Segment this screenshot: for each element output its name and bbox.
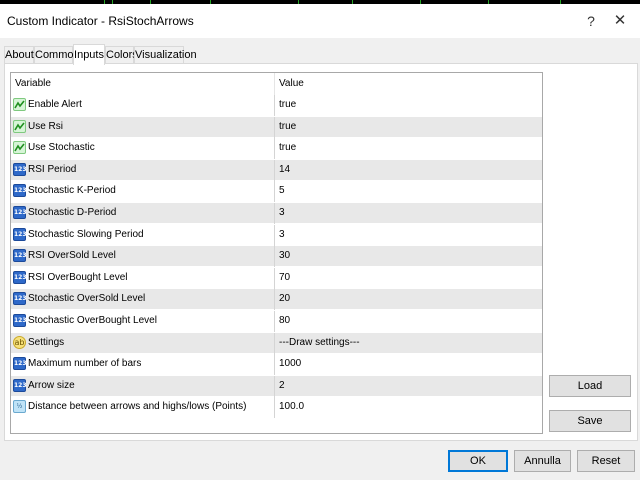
variable-name: Stochastic OverSold Level	[28, 293, 146, 305]
variable-name: Stochastic D-Period	[28, 207, 117, 218]
variable-value[interactable]: true	[279, 99, 296, 110]
variable-value[interactable]: 20	[279, 293, 290, 304]
variable-value[interactable]: 3	[279, 207, 285, 218]
reset-button[interactable]: Reset	[577, 450, 635, 472]
tab-about[interactable]: About	[4, 46, 34, 63]
cell-separator	[274, 224, 275, 246]
variable-name: Use Rsi	[28, 120, 64, 132]
table-row[interactable]: 123 Stochastic OverBought Level 80	[11, 311, 542, 332]
cell-separator	[274, 375, 275, 397]
tab-common[interactable]: Common	[34, 46, 80, 63]
variable-value[interactable]: 70	[279, 272, 290, 283]
column-separator[interactable]	[274, 73, 275, 95]
variable-value[interactable]: 14	[279, 164, 290, 175]
tab-inputs[interactable]: Inputs	[73, 44, 105, 65]
variable-value[interactable]: true	[279, 121, 296, 132]
integer-icon: 123	[13, 357, 27, 371]
table-row[interactable]: 123 Stochastic D-Period 3	[11, 203, 542, 224]
bool-icon	[13, 141, 26, 155]
variable-value[interactable]: 80	[279, 315, 290, 326]
close-button[interactable]: ✕	[608, 10, 632, 32]
cell-separator	[274, 397, 275, 419]
table-row[interactable]: 123 Stochastic OverSold Level 20	[11, 289, 542, 311]
table-row[interactable]: 123 RSI OverBought Level 70	[11, 267, 542, 289]
variable-name: Settings	[28, 336, 65, 348]
bool-icon	[13, 119, 26, 133]
variable-value[interactable]: 1000	[279, 358, 301, 369]
cell-separator	[274, 116, 275, 138]
cancel-button[interactable]: Annulla	[514, 450, 571, 472]
variable-value[interactable]: 3	[279, 229, 285, 240]
integer-icon: 123	[13, 270, 27, 284]
cell-separator	[274, 159, 275, 181]
table-row[interactable]: 123 Arrow size 2	[11, 375, 542, 397]
variable-value[interactable]: true	[279, 142, 296, 153]
cell-separator	[274, 138, 275, 160]
integer-icon: 123	[13, 314, 27, 327]
cell-separator	[274, 246, 275, 268]
integer-icon: 123	[13, 249, 27, 263]
integer-icon: 123	[13, 206, 27, 219]
ok-button[interactable]: OK	[448, 450, 508, 472]
save-button[interactable]: Save	[549, 410, 631, 432]
cell-separator	[274, 267, 275, 289]
variable-name: Stochastic Slowing Period	[28, 228, 144, 240]
integer-icon: 123	[13, 184, 27, 198]
cell-separator	[274, 354, 275, 376]
variable-name: Arrow size	[28, 379, 75, 391]
inputs-grid: Variable Value Enable Alert true Use Rsi tr…	[10, 72, 543, 434]
variable-name: Use Stochastic	[28, 142, 95, 154]
double-icon: ½	[13, 400, 26, 414]
table-row[interactable]: 123 RSI Period 14	[11, 159, 542, 181]
variable-value[interactable]: 5	[279, 185, 285, 196]
cell-separator	[274, 311, 275, 332]
variable-name: RSI Period	[28, 163, 77, 175]
cell-separator	[274, 181, 275, 203]
variable-value[interactable]: 2	[279, 380, 285, 391]
column-header-variable[interactable]: Variable	[15, 78, 51, 89]
cell-separator	[274, 332, 275, 354]
variable-name: Enable Alert	[28, 99, 82, 110]
integer-icon: 123	[13, 378, 27, 392]
table-row[interactable]: Use Rsi true	[11, 116, 542, 138]
cell-separator	[274, 289, 275, 311]
tab-visualization[interactable]: Visualization	[134, 46, 197, 63]
table-row[interactable]: 123 Stochastic K-Period 5	[11, 181, 542, 203]
table-row[interactable]: Enable Alert true	[11, 95, 542, 116]
variable-name: RSI OverBought Level	[28, 271, 128, 283]
integer-icon: 123	[13, 227, 27, 241]
table-row[interactable]: 123 Maximum number of bars 1000	[11, 354, 542, 376]
table-row[interactable]: ½ Distance between arrows and highs/lows …	[11, 397, 542, 419]
help-button[interactable]: ?	[580, 10, 602, 32]
variable-name: Maximum number of bars	[28, 358, 142, 370]
integer-icon: 123	[13, 292, 27, 306]
string-icon: ab	[13, 335, 26, 349]
variable-name: RSI OverSold Level	[28, 250, 116, 262]
cell-separator	[274, 203, 275, 224]
grid-header: Variable Value	[11, 73, 542, 95]
variable-value[interactable]: 100.0	[279, 401, 304, 412]
table-row[interactable]: Use Stochastic true	[11, 138, 542, 160]
variable-name: Stochastic K-Period	[28, 185, 116, 197]
window-title: Custom Indicator - RsiStochArrows	[7, 14, 194, 28]
table-row[interactable]: ab Settings ---Draw settings---	[11, 332, 542, 354]
column-header-value[interactable]: Value	[279, 78, 304, 89]
cell-separator	[274, 95, 275, 116]
tab-colors[interactable]: Colors	[105, 46, 138, 63]
variable-value[interactable]: ---Draw settings---	[279, 337, 360, 348]
integer-icon: 123	[13, 162, 27, 176]
bool-icon	[13, 98, 26, 111]
load-button[interactable]: Load	[549, 375, 631, 397]
title-bar: Custom Indicator - RsiStochArrows ? ✕	[0, 4, 640, 38]
variable-name: Distance between arrows and highs/lows (…	[28, 401, 247, 413]
table-row[interactable]: 123 Stochastic Slowing Period 3	[11, 224, 542, 246]
variable-value[interactable]: 30	[279, 250, 290, 261]
table-row[interactable]: 123 RSI OverSold Level 30	[11, 246, 542, 268]
variable-name: Stochastic OverBought Level	[28, 315, 157, 326]
